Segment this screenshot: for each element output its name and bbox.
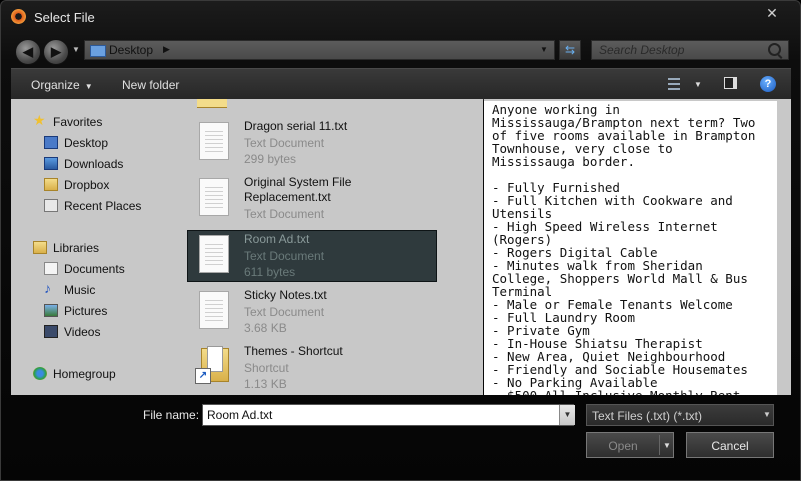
music-icon: ♪ xyxy=(44,280,51,296)
recent-pages-chevron-down-icon[interactable]: ▼ xyxy=(72,45,80,54)
nav-homegroup-label: Homegroup xyxy=(53,367,116,381)
recent-places-icon xyxy=(44,199,58,212)
text-document-icon xyxy=(199,122,229,160)
organize-button[interactable]: Organize ▼ xyxy=(31,78,93,92)
file-type: Text Document xyxy=(244,136,325,150)
filename-label: File name: xyxy=(143,408,200,422)
preview-page: Anyone working in Mississauga/Brampton n… xyxy=(484,101,777,395)
file-type: Text Document xyxy=(244,249,325,263)
file-item-room-ad[interactable]: Room Ad.txt Text Document 611 bytes xyxy=(187,230,437,282)
breadcrumb-chevron-right-icon[interactable]: ▶ xyxy=(163,44,170,55)
file-type: Shortcut xyxy=(244,361,289,375)
open-button-label: Open xyxy=(608,439,638,453)
chevron-down-icon: ▼ xyxy=(84,82,93,91)
preview-text: Anyone working in Mississauga/Brampton n… xyxy=(492,102,756,395)
nav-item-label: Dropbox xyxy=(64,178,110,192)
file-list: Dragon serial 11.txt Text Document 299 b… xyxy=(187,99,483,395)
documents-icon xyxy=(44,262,58,275)
file-type: Text Document xyxy=(244,305,325,319)
window-title: Select File xyxy=(34,10,95,25)
navigation-pane: ★ Favorites Desktop Downloads Dropbox Re… xyxy=(11,99,187,395)
file-item-sticky-notes[interactable]: Sticky Notes.txt Text Document 3.68 KB xyxy=(187,286,437,338)
new-folder-button[interactable]: New folder xyxy=(122,78,179,92)
desktop-folder-icon xyxy=(90,45,106,57)
folder-icon xyxy=(197,99,227,108)
filename-value[interactable]: Room Ad.txt xyxy=(207,408,272,422)
file-name: Dragon serial 11.txt xyxy=(244,119,348,133)
command-toolbar: Organize ▼ New folder ▼ ? xyxy=(11,68,791,101)
text-document-icon xyxy=(199,291,229,329)
libraries-folder-icon xyxy=(33,241,47,254)
videos-icon xyxy=(44,325,58,338)
nav-item-label: Videos xyxy=(64,325,101,339)
pictures-icon xyxy=(44,304,58,317)
address-chevron-down-icon[interactable]: ▼ xyxy=(540,45,548,54)
forward-button[interactable]: ▶ xyxy=(43,39,69,65)
file-name: Sticky Notes.txt xyxy=(244,288,327,302)
text-document-icon xyxy=(199,235,229,273)
nav-item-label: Pictures xyxy=(64,304,108,318)
nav-item-label: Recent Places xyxy=(64,199,142,213)
address-bar[interactable]: Desktop ▶ ▼ xyxy=(84,40,555,60)
file-name: Themes - Shortcut xyxy=(244,344,343,358)
search-placeholder: Search Desktop xyxy=(599,43,685,57)
forward-arrow-icon: ▶ xyxy=(51,44,61,59)
file-size: 1.13 KB xyxy=(244,377,287,391)
text-document-icon xyxy=(199,178,229,216)
cancel-button[interactable]: Cancel xyxy=(686,432,774,458)
shortcut-folder-icon: ↗ xyxy=(195,344,229,384)
nav-item-label: Desktop xyxy=(64,136,109,150)
file-item-original-system-file[interactable]: Original System File Replacement.txt Tex… xyxy=(187,173,437,225)
cancel-button-label: Cancel xyxy=(711,439,749,453)
file-size: 299 bytes xyxy=(244,152,297,166)
close-icon[interactable]: ✕ xyxy=(761,3,783,23)
file-name-line-2: Replacement.txt xyxy=(244,190,331,204)
preview-pane-toggle-icon[interactable] xyxy=(724,77,737,89)
file-size: 3.68 KB xyxy=(244,321,287,335)
homegroup-icon xyxy=(33,367,47,380)
change-view-icon[interactable] xyxy=(668,78,680,90)
views-chevron-down-icon[interactable]: ▼ xyxy=(694,80,702,89)
help-icon[interactable]: ? xyxy=(760,76,776,92)
nav-libraries-label: Libraries xyxy=(53,241,100,255)
file-type-filter-value: Text Files (.txt) (*.txt) xyxy=(592,409,703,423)
file-item-themes-shortcut[interactable]: ↗ Themes - Shortcut Shortcut 1.13 KB xyxy=(187,342,437,394)
nav-item-label: Music xyxy=(64,283,96,297)
title-bar[interactable]: Select File ✕ xyxy=(1,1,800,33)
file-name-line-1: Original System File xyxy=(244,175,352,189)
file-type-filter-select[interactable]: Text Files (.txt) (*.txt) ▼ xyxy=(586,404,774,426)
nav-favorites-label: Favorites xyxy=(53,115,103,129)
nav-item-label: Downloads xyxy=(64,157,124,171)
search-input[interactable]: Search Desktop xyxy=(591,40,789,60)
file-type: Text Document xyxy=(244,207,325,221)
desktop-icon xyxy=(44,136,58,149)
file-size: 611 bytes xyxy=(244,265,296,279)
filename-input[interactable]: Room Ad.txt ▼ xyxy=(202,404,575,426)
open-button[interactable]: Open ▼ xyxy=(586,432,674,458)
shortcut-arrow-icon: ↗ xyxy=(195,368,211,384)
open-options-chevron-down-icon[interactable]: ▼ xyxy=(663,441,671,450)
select-file-dialog: Select File ✕ ◀ ▶ ▼ Desktop ▶ ▼ ⇆ Search… xyxy=(0,0,801,481)
search-icon[interactable] xyxy=(768,43,781,56)
preview-pane[interactable]: Anyone working in Mississauga/Brampton n… xyxy=(484,99,791,395)
open-button-divider xyxy=(659,435,660,455)
app-icon xyxy=(11,9,26,24)
back-arrow-icon: ◀ xyxy=(23,44,33,59)
downloads-icon xyxy=(44,157,58,170)
filter-chevron-down-icon: ▼ xyxy=(763,410,771,419)
star-icon: ★ xyxy=(33,112,46,128)
filename-chevron-down-icon[interactable]: ▼ xyxy=(559,405,575,425)
address-location[interactable]: Desktop xyxy=(109,43,153,57)
nav-item-label: Documents xyxy=(64,262,125,276)
organize-label: Organize xyxy=(31,78,80,92)
back-button[interactable]: ◀ xyxy=(15,39,41,65)
refresh-button[interactable]: ⇆ xyxy=(559,40,581,60)
file-name: Room Ad.txt xyxy=(244,232,310,246)
refresh-icon: ⇆ xyxy=(564,43,576,57)
file-item-dragon-serial[interactable]: Dragon serial 11.txt Text Document 299 b… xyxy=(187,117,437,169)
dropbox-folder-icon xyxy=(44,178,58,191)
